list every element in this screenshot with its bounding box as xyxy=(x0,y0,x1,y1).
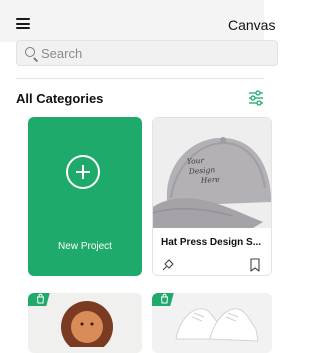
hamburger-icon[interactable] xyxy=(16,18,30,29)
hat-image: Your Design Here xyxy=(153,118,271,228)
search-input[interactable] xyxy=(41,45,241,61)
hat-print-line-1: Your xyxy=(187,156,205,166)
new-project-card[interactable]: New Project xyxy=(28,117,142,276)
divider xyxy=(16,78,264,79)
new-project-label: New Project xyxy=(58,241,112,252)
search-bar[interactable] xyxy=(16,40,278,66)
bag-icon xyxy=(36,293,45,304)
section-title: All Categories xyxy=(16,91,104,106)
hat-press-design-card[interactable]: Your Design Here Hat Press Design S... xyxy=(152,117,272,276)
top-bar: Canvas xyxy=(0,0,275,42)
hat-print-line-3: Here xyxy=(200,175,221,185)
sneakers-card[interactable] xyxy=(152,293,272,353)
brand-title: Canvas xyxy=(228,17,276,33)
lion-plush-card[interactable] xyxy=(28,293,142,353)
bookmark-icon[interactable] xyxy=(249,258,261,272)
pin-icon[interactable] xyxy=(161,258,175,272)
search-icon xyxy=(25,47,35,57)
lion-plush-image xyxy=(61,301,113,347)
hat-card-title: Hat Press Design S... xyxy=(161,237,262,248)
filter-icon[interactable] xyxy=(248,90,264,106)
plus-icon xyxy=(66,155,100,189)
bag-icon xyxy=(160,293,169,304)
sneakers-image xyxy=(175,308,259,342)
